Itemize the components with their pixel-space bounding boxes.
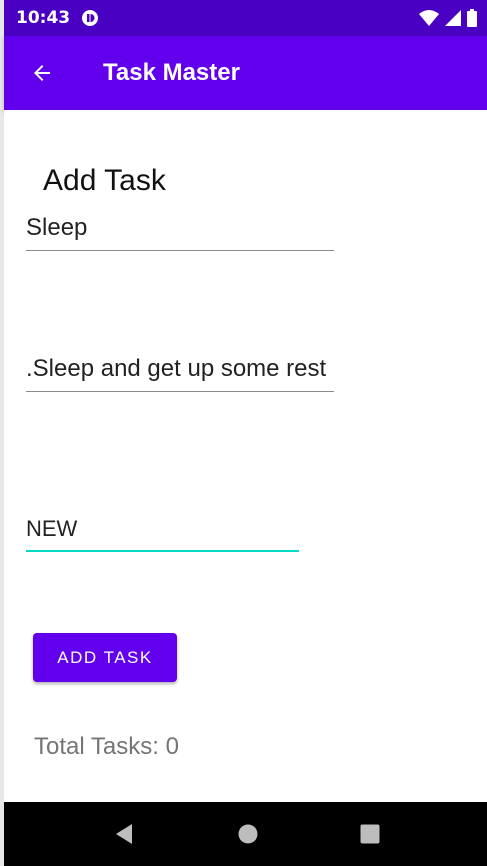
status-icons: [419, 9, 477, 27]
task-description-field[interactable]: [26, 355, 334, 392]
task-description-input[interactable]: [26, 355, 334, 383]
status-time: 10:43: [16, 8, 71, 28]
add-task-screen: Add Task ADD TASK Total Tasks: 0: [4, 110, 487, 802]
signal-icon: [445, 10, 461, 26]
wifi-icon: [419, 10, 439, 26]
system-nav-bar: [4, 802, 487, 866]
app-title: Task Master: [103, 59, 240, 86]
back-button[interactable]: [24, 55, 60, 91]
app-bar: Task Master: [4, 36, 487, 110]
battery-icon: [467, 9, 477, 27]
task-title-field[interactable]: [26, 214, 334, 251]
task-state-field[interactable]: [26, 516, 299, 552]
status-bar: 10:43: [4, 0, 487, 36]
notification-icon: [82, 10, 98, 26]
total-tasks-label: Total Tasks: 0: [34, 733, 179, 760]
add-task-button[interactable]: ADD TASK: [33, 633, 177, 682]
arrow-back-icon: [34, 65, 50, 81]
home-circle-icon[interactable]: [236, 822, 260, 846]
back-triangle-icon[interactable]: [112, 822, 136, 846]
task-state-input[interactable]: [26, 516, 299, 542]
recents-square-icon[interactable]: [358, 822, 382, 846]
task-title-input[interactable]: [26, 214, 334, 242]
page-title: Add Task: [43, 164, 166, 197]
